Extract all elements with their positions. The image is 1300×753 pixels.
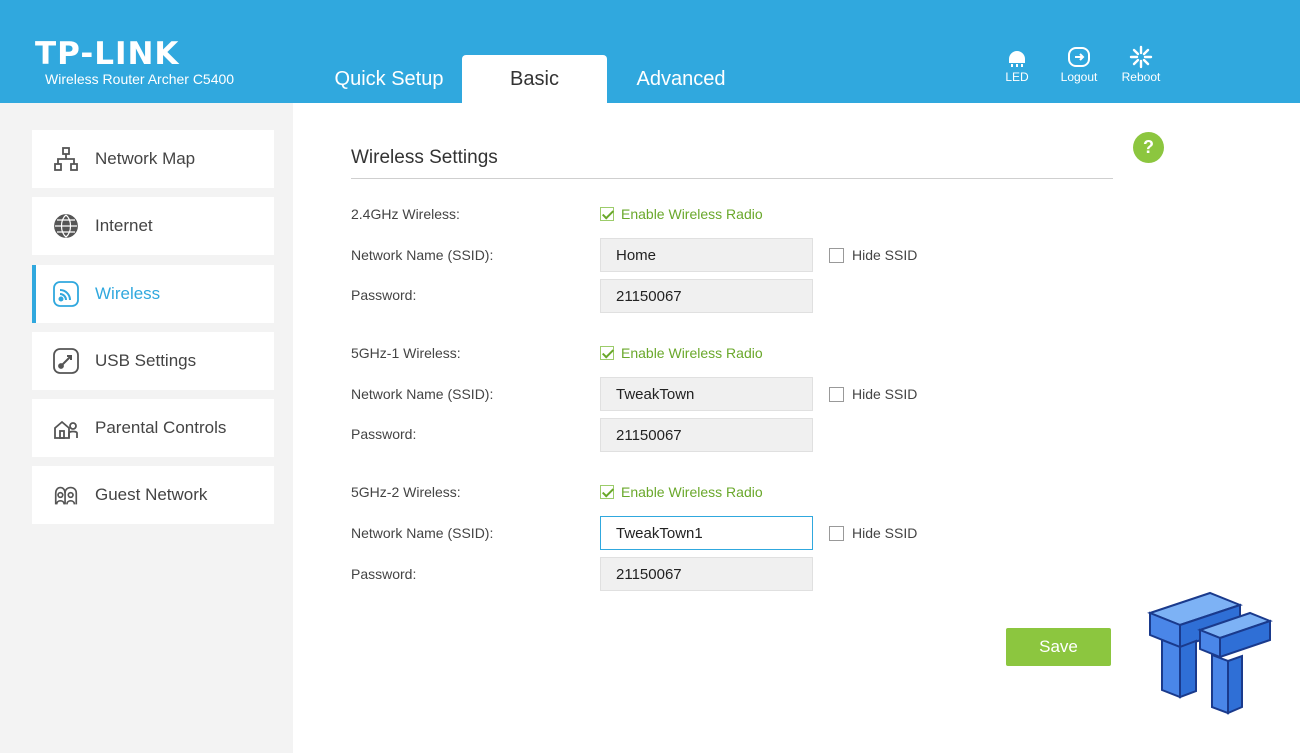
ssid-label: Network Name (SSID): (351, 386, 494, 402)
password-input-5g2[interactable] (600, 557, 813, 591)
parental-controls-icon (52, 414, 80, 442)
router-model: Wireless Router Archer C5400 (45, 71, 235, 87)
tab-basic[interactable]: Basic (462, 55, 607, 103)
tab-quick-setup[interactable]: Quick Setup (316, 55, 462, 103)
sidebar-item-network-map[interactable]: Network Map (32, 130, 274, 188)
sidebar-item-label: Parental Controls (95, 418, 227, 437)
hide-ssid-checkbox-5g2[interactable]: Hide SSID (829, 525, 917, 541)
sidebar-item-label: USB Settings (95, 351, 197, 370)
ssid-input-5g1[interactable] (600, 377, 813, 411)
brand-logo: TP-LINK (35, 36, 180, 72)
tweaktown-watermark-logo (1147, 591, 1273, 715)
reboot-label: Reboot (1121, 70, 1161, 84)
ssid-label: Network Name (SSID): (351, 525, 494, 541)
network-map-icon (52, 145, 80, 173)
password-input-2g[interactable] (600, 279, 813, 313)
band-label-5g2: 5GHz-2 Wireless: (351, 484, 461, 500)
logout-button[interactable]: Logout (1049, 44, 1109, 84)
ssid-label: Network Name (SSID): (351, 247, 494, 263)
checkbox-checked-icon (600, 346, 614, 360)
password-label: Password: (351, 287, 417, 303)
save-button[interactable]: Save (1006, 628, 1111, 666)
hide-ssid-checkbox-5g1[interactable]: Hide SSID (829, 386, 917, 402)
password-input-5g1[interactable] (600, 418, 813, 452)
reboot-button[interactable]: Reboot (1111, 44, 1171, 84)
enable-radio-checkbox-5g1[interactable]: Enable Wireless Radio (600, 345, 763, 361)
usb-icon (52, 347, 80, 375)
sidebar-item-internet[interactable]: Internet (32, 197, 274, 255)
enable-radio-label: Enable Wireless Radio (621, 206, 763, 222)
enable-radio-label: Enable Wireless Radio (621, 345, 763, 361)
globe-icon (52, 212, 80, 240)
top-header: TP-LINK Wireless Router Archer C5400 Qui… (0, 0, 1300, 103)
enable-radio-label: Enable Wireless Radio (621, 484, 763, 500)
checkbox-unchecked-icon (829, 247, 844, 263)
sidebar-item-guest-network[interactable]: Guest Network (32, 466, 274, 524)
band-label-5g1: 5GHz-1 Wireless: (351, 345, 461, 361)
sidebar-item-label: Internet (95, 216, 153, 235)
password-label: Password: (351, 566, 417, 582)
ssid-input-2g[interactable] (600, 238, 813, 272)
reboot-icon (1111, 44, 1171, 70)
checkbox-checked-icon (600, 207, 614, 221)
sidebar-item-parental-controls[interactable]: Parental Controls (32, 399, 274, 457)
sidebar-item-label: Guest Network (95, 485, 208, 504)
ssid-input-5g2[interactable] (600, 516, 813, 550)
led-icon (987, 44, 1047, 70)
checkbox-unchecked-icon (829, 525, 844, 541)
led-label: LED (1005, 70, 1029, 84)
checkbox-unchecked-icon (829, 386, 844, 402)
page-title: Wireless Settings (351, 147, 498, 168)
band-label-2g: 2.4GHz Wireless: (351, 206, 460, 222)
title-divider (351, 178, 1113, 179)
checkbox-checked-icon (600, 485, 614, 499)
sidebar-item-label: Network Map (95, 149, 196, 168)
hide-ssid-label: Hide SSID (852, 525, 918, 541)
hide-ssid-label: Hide SSID (852, 386, 918, 402)
sidebar-item-usb-settings[interactable]: USB Settings (32, 332, 274, 390)
logout-icon (1049, 44, 1109, 70)
guest-network-icon (52, 481, 80, 509)
hide-ssid-label: Hide SSID (852, 247, 918, 263)
sidebar-item-label: Wireless (95, 284, 161, 303)
sidebar-item-wireless[interactable]: Wireless (32, 265, 274, 323)
wifi-icon (52, 280, 80, 308)
enable-radio-checkbox-5g2[interactable]: Enable Wireless Radio (600, 484, 763, 500)
sidebar: Network Map Internet Wireless USB Settin… (0, 103, 293, 753)
tab-advanced[interactable]: Advanced (607, 55, 755, 103)
password-label: Password: (351, 426, 417, 442)
logout-label: Logout (1060, 70, 1098, 84)
hide-ssid-checkbox-2g[interactable]: Hide SSID (829, 247, 917, 263)
help-button[interactable]: ? (1133, 132, 1164, 163)
led-button[interactable]: LED (987, 44, 1047, 84)
enable-radio-checkbox-2g[interactable]: Enable Wireless Radio (600, 206, 763, 222)
